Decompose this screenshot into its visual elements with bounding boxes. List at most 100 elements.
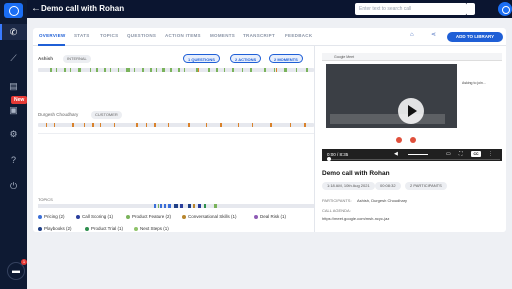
play-icon[interactable] xyxy=(398,98,424,124)
timeline-segment xyxy=(92,123,94,127)
speaker-tag: INTERNAL xyxy=(63,55,91,63)
questions-chip[interactable]: 1 QUESTIONS xyxy=(183,54,220,63)
search-input[interactable] xyxy=(355,3,467,15)
tab-bar: OVERVIEW STATS TOPICS QUESTIONS ACTION I… xyxy=(33,28,506,46)
timeline-segment xyxy=(306,68,308,72)
more-options-icon[interactable]: ⋮ xyxy=(488,151,493,158)
tab-questions[interactable]: QUESTIONS xyxy=(127,33,156,39)
timeline-segment xyxy=(134,68,135,72)
timeline-segment xyxy=(110,68,111,72)
tab-transcript[interactable]: TRANSCRIPT xyxy=(243,33,275,39)
participant-count-badge: 2 PARTICIPANTS xyxy=(405,182,447,190)
page-title: Demo call with Rohan xyxy=(41,4,125,13)
agenda-link[interactable]: https://meet.google.com/msh-ncyc-jaz xyxy=(322,216,389,221)
settings-icon[interactable]: ⚙ xyxy=(0,126,27,142)
logout-icon[interactable]: ⏻ xyxy=(0,178,27,194)
legend-product-trial[interactable]: Product Trial (1) xyxy=(85,226,123,232)
chart-icon[interactable]: ⟋ xyxy=(0,50,27,66)
pip-icon[interactable]: ▭ xyxy=(446,151,451,158)
timeline-segment xyxy=(72,123,74,127)
tab-moments[interactable]: MOMENTS xyxy=(210,33,235,39)
timeline-segment xyxy=(164,204,166,208)
meeting-title: Demo call with Rohan xyxy=(322,170,390,177)
app-logo[interactable] xyxy=(4,3,23,18)
topics-timeline[interactable] xyxy=(38,204,314,208)
chat-notification-badge: 1 xyxy=(21,259,27,265)
document-icon[interactable]: ▤ xyxy=(0,78,27,94)
video-progress-handle[interactable] xyxy=(327,157,331,161)
tab-overview[interactable]: OVERVIEW xyxy=(39,33,66,39)
call-card: OVERVIEW STATS TOPICS QUESTIONS ACTION I… xyxy=(33,28,506,232)
share-icon[interactable]: ⋖ xyxy=(431,32,436,39)
timeline-segment xyxy=(170,68,172,72)
timeline-segment xyxy=(232,68,234,72)
speaker-tag: CUSTOMER xyxy=(91,111,122,119)
tab-feedback[interactable]: FEEDBACK xyxy=(285,33,312,39)
timeline-segment xyxy=(50,68,52,72)
video-player[interactable]: Google Meet Asking to join… 0:00 / 8:35 … xyxy=(322,53,502,161)
speaker-timeline[interactable] xyxy=(38,68,314,72)
legend-deal-risk[interactable]: Deal Risk (1) xyxy=(254,214,286,220)
mic-off-icon xyxy=(396,137,402,143)
timeline-segment xyxy=(154,123,156,127)
timeline-segment xyxy=(150,68,152,72)
timeline-segment xyxy=(114,123,115,127)
timeline-segment xyxy=(304,123,306,127)
camera-off-icon xyxy=(410,137,416,143)
timeline-segment xyxy=(168,123,169,127)
tab-stats[interactable]: STATS xyxy=(74,33,90,39)
timeline-segment xyxy=(142,68,144,72)
timeline-segment xyxy=(136,123,138,127)
top-bar: ← Demo call with Rohan xyxy=(27,0,512,18)
legend-call-scoring[interactable]: Call Scoring (1) xyxy=(76,214,113,220)
add-to-library-button[interactable]: ADD TO LIBRARY xyxy=(447,32,503,42)
timeline-segment xyxy=(238,123,239,127)
timeline-segment xyxy=(252,123,253,127)
timeline-segment xyxy=(290,123,291,127)
fullscreen-icon[interactable]: ⛶ xyxy=(459,151,463,158)
speaker-name: Ashish xyxy=(38,56,54,61)
phone-icon[interactable]: ✆ xyxy=(0,24,27,40)
legend-pricing[interactable]: Pricing (2) xyxy=(38,214,65,220)
timeline-segment xyxy=(193,204,195,208)
help-icon[interactable]: ? xyxy=(0,152,27,168)
timeline-segment xyxy=(184,68,185,72)
captions-button[interactable]: CC xyxy=(471,151,481,157)
legend-conversational-skills[interactable]: Conversational Skills (1) xyxy=(182,214,237,220)
timeline-segment xyxy=(198,204,201,208)
timeline-segment xyxy=(208,68,210,72)
legend-next-steps[interactable]: Next Steps (1) xyxy=(134,226,169,232)
speaker-timeline[interactable] xyxy=(38,123,314,127)
timeline-segment xyxy=(220,123,222,127)
participants-label: PARTICIPANTS: xyxy=(322,198,352,203)
video-progress-bar[interactable] xyxy=(328,159,500,160)
tab-topics[interactable]: TOPICS xyxy=(100,33,118,39)
timeline-segment xyxy=(250,68,252,72)
timeline-segment xyxy=(118,68,119,72)
home-icon[interactable]: ⌂ xyxy=(410,32,414,39)
legend-playbooks[interactable]: Playbooks (2) xyxy=(38,226,72,232)
legend-product-feature[interactable]: Product Feature (2) xyxy=(126,214,171,220)
volume-icon[interactable]: ◀ xyxy=(394,151,398,158)
tab-action-items[interactable]: ACTION ITEMS xyxy=(165,33,201,39)
timeline-segment xyxy=(56,68,57,72)
actions-chip[interactable]: 2 ACTIONS xyxy=(230,54,262,63)
video-controls: 0:00 / 8:35 ◀ ▭ ⛶ CC ⋮ xyxy=(322,149,502,161)
library-icon[interactable]: ▣ xyxy=(0,102,27,118)
meeting-date-badge: 1:18 AM, 10th Aug 2021 xyxy=(322,182,375,190)
timeline-segment xyxy=(54,123,55,127)
timeline-segment xyxy=(126,68,130,72)
timeline-segment xyxy=(174,204,178,208)
volume-slider[interactable] xyxy=(408,154,428,155)
timeline-segment xyxy=(216,68,218,72)
timeline-segment xyxy=(104,68,106,72)
back-arrow-icon[interactable]: ← xyxy=(31,2,41,16)
topics-label: TOPICS xyxy=(38,197,53,202)
sidebar: ✆ ⟋ ▤ New ▣ ⚙ ? ⏻ xyxy=(0,0,28,289)
search-icon[interactable] xyxy=(467,3,475,15)
timeline-segment xyxy=(96,68,98,72)
timeline-segment xyxy=(168,204,171,208)
timeline-segment xyxy=(214,204,217,208)
moments-chip[interactable]: 2 MOMENTS xyxy=(269,54,303,63)
timeline-segment xyxy=(100,123,101,127)
